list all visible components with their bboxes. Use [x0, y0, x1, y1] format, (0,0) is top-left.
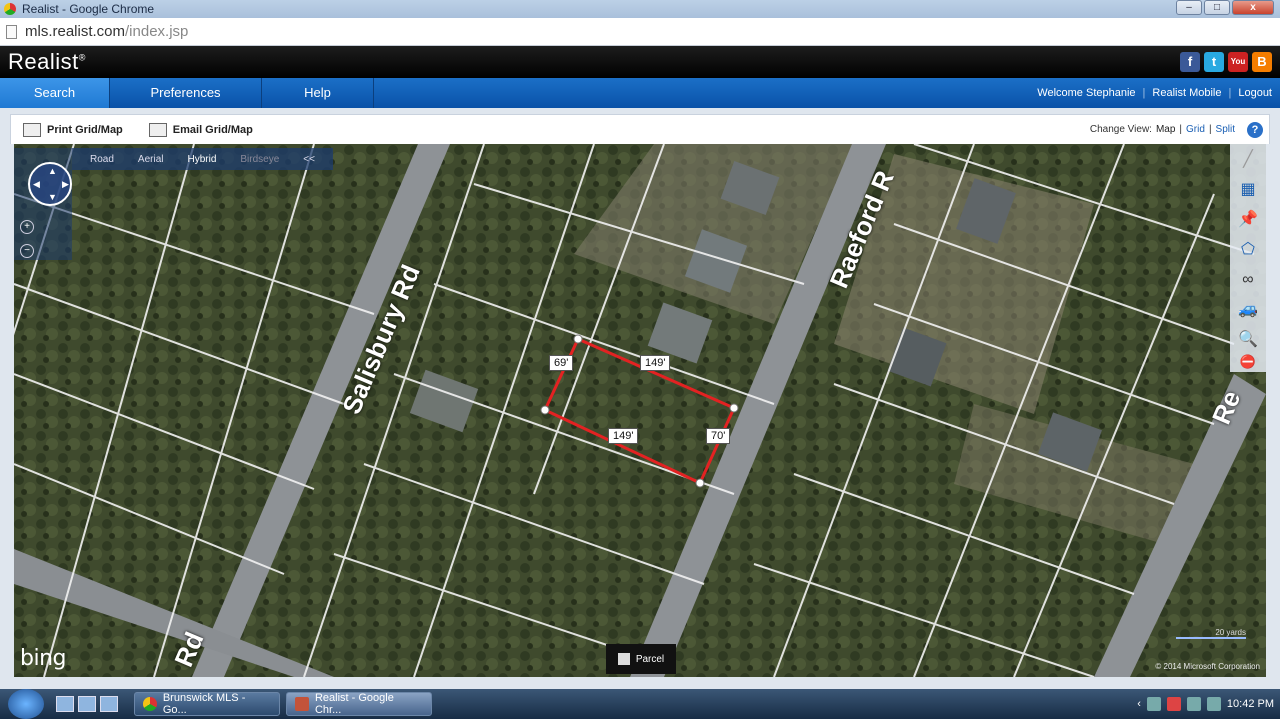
close-button[interactable]: x	[1232, 0, 1274, 15]
system-tray: ‹ 10:42 PM	[1137, 689, 1274, 719]
address-bar[interactable]: mls.realist.com/index.jsp	[0, 18, 1280, 46]
email-icon	[148, 122, 167, 137]
realist-logo[interactable]: Realist®	[8, 49, 86, 75]
show-desktop-icon[interactable]	[56, 696, 74, 712]
realist-icon	[295, 697, 309, 711]
tab-preferences[interactable]: Preferences	[110, 78, 262, 108]
switch-windows-icon[interactable]	[100, 696, 118, 712]
printer-icon	[23, 122, 41, 137]
dimension-label: 70'	[706, 428, 731, 444]
welcome-text: Welcome Stephanie	[1037, 87, 1136, 99]
taskbar-item-realist[interactable]: Realist - Google Chr...	[286, 692, 432, 716]
draw-rectangle-icon[interactable]: ▦	[1236, 178, 1260, 202]
print-grid-map-button[interactable]: Print Grid/Map	[23, 122, 123, 137]
taskbar-item-brunswick[interactable]: Brunswick MLS - Go...	[134, 692, 280, 716]
clear-icon[interactable]: ⛔	[1236, 350, 1260, 374]
chrome-logo-icon	[4, 3, 16, 15]
checkbox-icon	[617, 653, 630, 665]
tab-help[interactable]: Help	[262, 78, 374, 108]
realist-mobile-link[interactable]: Realist Mobile	[1152, 87, 1221, 99]
map-type-road[interactable]: Road	[90, 154, 114, 165]
clock[interactable]: 10:42 PM	[1227, 698, 1274, 710]
tab-search[interactable]: Search	[0, 78, 110, 108]
view-grid-link[interactable]: Grid	[1186, 124, 1205, 135]
car-icon[interactable]: 🚙	[1236, 298, 1260, 322]
quick-launch	[56, 696, 118, 712]
map-type-aerial[interactable]: Aerial	[138, 154, 164, 165]
window-title: Realist - Google Chrome	[22, 2, 155, 16]
facebook-icon[interactable]: f	[1180, 52, 1200, 72]
app-header: Realist® f t You B	[0, 46, 1280, 78]
blogger-icon[interactable]: B	[1252, 52, 1272, 72]
maximize-button[interactable]: □	[1204, 0, 1230, 15]
minimize-button[interactable]: –	[1176, 0, 1202, 15]
parcel-toggle[interactable]: Parcel	[606, 644, 676, 674]
view-map-link[interactable]: Map	[1156, 124, 1175, 135]
network-icon[interactable]	[1146, 697, 1161, 711]
map-type-birdseye[interactable]: Birdseye	[240, 154, 279, 165]
logout-link[interactable]: Logout	[1238, 87, 1272, 99]
email-grid-map-button[interactable]: Email Grid/Map	[148, 122, 253, 137]
aerial-imagery	[14, 144, 1266, 677]
map-type-selector: Road Aerial Hybrid Birdseye <<	[72, 148, 333, 170]
change-view: Change View: Map | Grid | Split ?	[1089, 121, 1263, 138]
start-button[interactable]	[8, 689, 44, 719]
view-split-link[interactable]: Split	[1216, 124, 1235, 135]
scale-bar: 20 yards	[1176, 628, 1246, 639]
main-nav: Search Preferences Help Welcome Stephani…	[0, 78, 1280, 108]
youtube-icon[interactable]: You	[1228, 52, 1248, 72]
social-links: f t You B	[1180, 52, 1272, 72]
windows-taskbar: Brunswick MLS - Go... Realist - Google C…	[0, 689, 1280, 719]
window-controls: – □ x	[1176, 0, 1274, 15]
browser-titlebar: Realist - Google Chrome – □ x	[0, 0, 1280, 18]
map-tools-panel: ╱ ▦ 📌 ⬠ ∞ 🚙 🔍 ⛔	[1230, 144, 1266, 372]
map-copyright: © 2014 Microsoft Corporation	[1155, 662, 1260, 671]
url-path[interactable]: /index.jsp	[125, 23, 188, 40]
bing-logo: bing	[20, 646, 67, 671]
dimension-label: 149'	[608, 428, 639, 444]
binoculars-icon[interactable]: ∞	[1236, 268, 1260, 292]
pushpin-icon[interactable]: 📌	[1236, 208, 1260, 232]
tray-expand-icon[interactable]: ‹	[1137, 698, 1141, 710]
url-host[interactable]: mls.realist.com	[25, 23, 125, 40]
map-type-hybrid[interactable]: Hybrid	[187, 154, 216, 165]
navigation-control: ▲ ▼ ◀ ▶ + −	[14, 148, 72, 260]
compass-icon[interactable]: ▲ ▼ ◀ ▶	[28, 162, 72, 206]
dimension-label: 69'	[549, 355, 574, 371]
map-canvas[interactable]: Salisbury Rd Raeford R Rd Re 69' 149' 14…	[14, 144, 1266, 677]
draw-line-icon[interactable]: ╱	[1236, 148, 1260, 172]
dimension-label: 149'	[640, 355, 671, 371]
change-view-label: Change View:	[1089, 124, 1152, 135]
chrome-icon	[143, 697, 157, 711]
zoom-in-button[interactable]: +	[20, 220, 34, 234]
help-icon[interactable]: ?	[1247, 121, 1263, 138]
antivirus-icon[interactable]	[1166, 697, 1181, 711]
magnifier-icon[interactable]: 🔍	[1236, 328, 1260, 352]
volume-icon[interactable]	[1206, 697, 1221, 711]
explorer-icon[interactable]	[78, 696, 96, 712]
draw-polygon-icon[interactable]: ⬠	[1236, 238, 1260, 262]
page-icon	[6, 24, 17, 39]
zoom-out-button[interactable]: −	[20, 244, 34, 258]
twitter-icon[interactable]: t	[1204, 52, 1224, 72]
collapse-map-type-button[interactable]: <<	[303, 154, 315, 165]
map-toolbar: Print Grid/Map Email Grid/Map Change Vie…	[10, 114, 1270, 144]
battery-icon[interactable]	[1186, 697, 1201, 711]
